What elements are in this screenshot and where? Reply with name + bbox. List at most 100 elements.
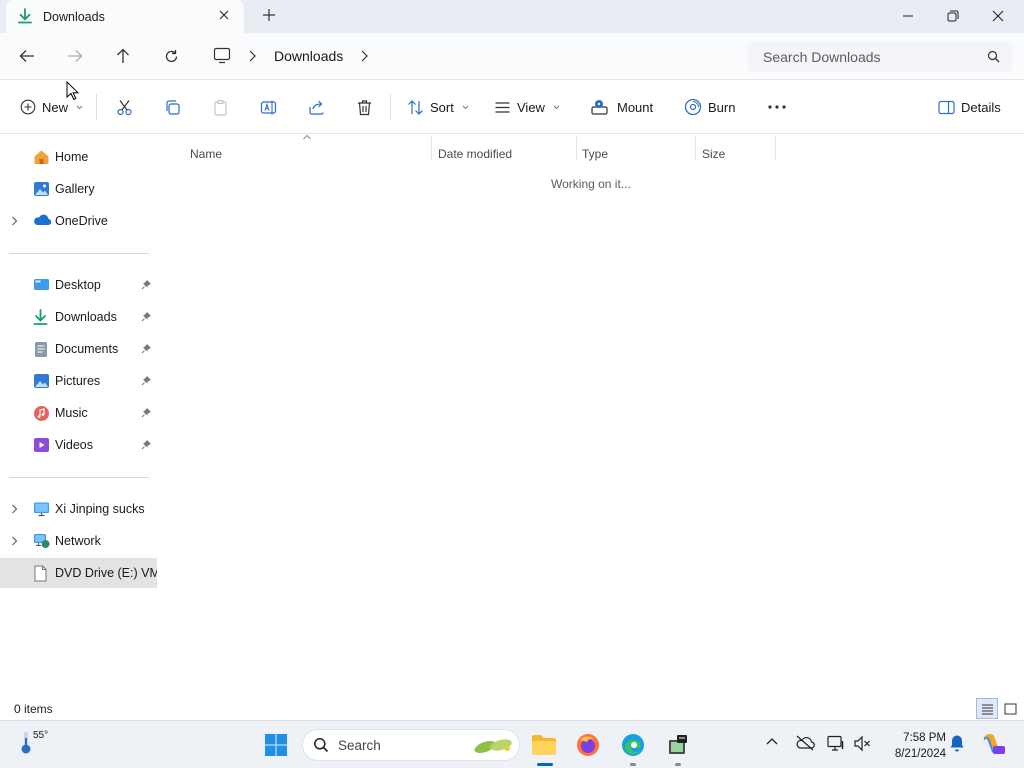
up-arrow-icon[interactable] bbox=[113, 47, 133, 65]
column-divider[interactable] bbox=[576, 135, 577, 160]
paste-button[interactable] bbox=[212, 97, 229, 117]
taskbar-file-explorer[interactable] bbox=[530, 731, 558, 759]
pin-icon[interactable] bbox=[141, 407, 152, 418]
music-folder-icon bbox=[33, 405, 50, 422]
new-tab-icon[interactable] bbox=[262, 8, 276, 22]
details-view-icon bbox=[981, 703, 994, 715]
expand-chevron-icon[interactable] bbox=[11, 536, 18, 546]
plus-circle-icon bbox=[20, 99, 36, 115]
pin-icon[interactable] bbox=[141, 375, 152, 386]
taskbar: 55° Search 7:58 PM 8/21/2024 bbox=[0, 720, 1024, 768]
column-header-size[interactable]: Size bbox=[702, 147, 725, 161]
pin-icon[interactable] bbox=[141, 311, 152, 322]
sidebar-item-desktop[interactable]: Desktop bbox=[0, 270, 157, 300]
show-hidden-icons-chevron-up-icon[interactable] bbox=[765, 736, 779, 746]
pin-icon[interactable] bbox=[141, 439, 152, 450]
details-button[interactable]: Details bbox=[938, 97, 1001, 117]
view-button[interactable]: View bbox=[494, 97, 560, 117]
minimize-icon[interactable] bbox=[898, 7, 918, 25]
sidebar-item-documents[interactable]: Documents bbox=[0, 334, 157, 364]
back-arrow-icon[interactable] bbox=[17, 47, 37, 65]
paste-icon bbox=[212, 99, 229, 116]
videos-folder-icon bbox=[33, 437, 50, 453]
column-header-date-modified[interactable]: Date modified bbox=[438, 147, 512, 161]
burn-button[interactable]: Burn bbox=[684, 97, 735, 117]
taskbar-search-box[interactable]: Search bbox=[302, 729, 520, 761]
sidebar-item-home[interactable]: Home bbox=[0, 142, 157, 172]
close-tab-icon[interactable] bbox=[218, 9, 230, 21]
column-divider[interactable] bbox=[431, 135, 432, 160]
display-network-icon[interactable] bbox=[827, 735, 845, 752]
taskbar-edge[interactable] bbox=[619, 731, 647, 759]
onedrive-icon bbox=[33, 213, 51, 227]
copilot-icon[interactable] bbox=[980, 732, 1006, 756]
share-button[interactable] bbox=[308, 97, 325, 117]
volume-muted-icon[interactable] bbox=[853, 735, 871, 752]
taskbar-firefox[interactable] bbox=[574, 731, 602, 759]
breadcrumb-downloads[interactable]: Downloads bbox=[274, 48, 343, 64]
onedrive-offline-icon[interactable] bbox=[795, 735, 815, 751]
restore-icon[interactable] bbox=[943, 7, 963, 25]
column-divider[interactable] bbox=[695, 135, 696, 160]
sidebar-item-this-pc[interactable]: Xi Jinping sucks bbox=[0, 494, 157, 524]
copy-button[interactable] bbox=[164, 97, 181, 117]
expand-chevron-icon[interactable] bbox=[11, 216, 18, 226]
pin-icon[interactable] bbox=[141, 343, 152, 354]
view-label: View bbox=[517, 99, 545, 115]
pictures-folder-icon bbox=[33, 373, 50, 389]
sidebar-item-dvd-drive[interactable]: DVD Drive (E:) VMware Tools bbox=[0, 558, 157, 588]
share-icon bbox=[308, 99, 325, 116]
download-arrow-icon bbox=[18, 8, 32, 24]
expand-chevron-icon[interactable] bbox=[11, 504, 18, 514]
cut-button[interactable] bbox=[116, 97, 133, 117]
sidebar-item-downloads[interactable]: Downloads bbox=[0, 302, 157, 332]
divider bbox=[9, 253, 149, 254]
home-icon bbox=[33, 149, 50, 165]
chevron-right-icon[interactable] bbox=[248, 50, 256, 62]
burn-label: Burn bbox=[708, 99, 736, 115]
weather-widget[interactable]: 55° bbox=[20, 729, 48, 755]
thermometer-icon bbox=[20, 729, 32, 755]
network-icon bbox=[33, 533, 50, 549]
search-icon bbox=[313, 737, 329, 753]
pin-icon[interactable] bbox=[141, 279, 152, 290]
search-input[interactable]: Search Downloads bbox=[748, 41, 1012, 72]
rename-button[interactable] bbox=[260, 97, 277, 117]
details-view-toggle[interactable] bbox=[976, 698, 998, 719]
column-header-name[interactable]: Name bbox=[190, 147, 222, 161]
mouse-pointer-icon bbox=[66, 81, 80, 101]
sort-button[interactable]: Sort bbox=[407, 97, 469, 117]
sort-label: Sort bbox=[430, 99, 454, 115]
more-options-button[interactable] bbox=[767, 97, 787, 117]
chevron-right-icon[interactable] bbox=[360, 50, 368, 62]
sidebar-item-onedrive[interactable]: OneDrive bbox=[0, 206, 157, 236]
forward-arrow-icon[interactable] bbox=[65, 47, 85, 65]
documents-folder-icon bbox=[33, 341, 49, 358]
close-window-icon[interactable] bbox=[988, 7, 1008, 25]
mount-button[interactable]: Mount bbox=[591, 97, 653, 117]
refresh-icon[interactable] bbox=[161, 47, 181, 65]
search-icon bbox=[987, 50, 1000, 63]
sidebar-item-network[interactable]: Network bbox=[0, 526, 157, 556]
sidebar-item-label: Desktop bbox=[55, 278, 101, 292]
command-bar: New Sort View Mount Burn Details bbox=[0, 80, 1024, 134]
start-button[interactable] bbox=[262, 731, 290, 759]
column-header-type[interactable]: Type bbox=[582, 147, 608, 161]
sidebar-item-videos[interactable]: Videos bbox=[0, 430, 157, 460]
sidebar-item-gallery[interactable]: Gallery bbox=[0, 174, 157, 204]
column-divider[interactable] bbox=[775, 135, 776, 160]
delete-button[interactable] bbox=[356, 97, 373, 117]
divider bbox=[390, 94, 391, 120]
tab-downloads[interactable]: Downloads bbox=[6, 0, 244, 33]
sidebar-item-music[interactable]: Music bbox=[0, 398, 157, 428]
tiles-view-toggle[interactable] bbox=[999, 698, 1021, 719]
taskbar-clock[interactable]: 7:58 PM 8/21/2024 bbox=[880, 730, 946, 762]
this-pc-breadcrumb-icon[interactable] bbox=[213, 47, 231, 64]
sidebar-item-pictures[interactable]: Pictures bbox=[0, 366, 157, 396]
sidebar-item-label: Videos bbox=[55, 438, 93, 452]
copy-icon bbox=[164, 99, 181, 116]
notification-bell-icon[interactable] bbox=[949, 734, 965, 752]
taskbar-app-installer[interactable] bbox=[664, 731, 692, 759]
loading-status-text: Working on it... bbox=[551, 177, 631, 191]
firefox-icon bbox=[576, 733, 600, 757]
